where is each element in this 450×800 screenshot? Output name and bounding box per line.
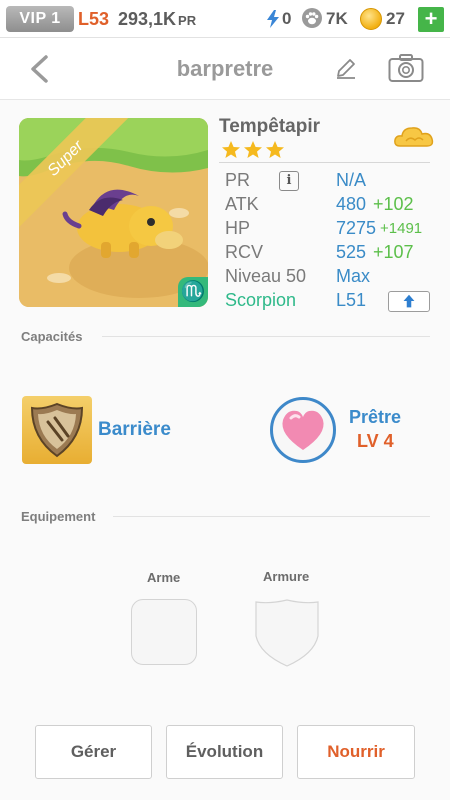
stat-row-zodiac: Scorpion L51 (225, 290, 435, 314)
energy-bolt-icon (267, 10, 279, 28)
pet-name: Tempêtapir (219, 116, 321, 137)
stat-label: ATK (225, 194, 259, 214)
equipment-heading: Equipement (21, 509, 96, 524)
stat-label: PR (225, 170, 251, 190)
barrier-skill-icon[interactable] (22, 396, 92, 464)
stat-value: Max (336, 266, 371, 286)
player-level: L53 (78, 9, 110, 29)
class-level: LV 4 (357, 431, 394, 451)
stat-row-atk: ATK 480 +102 (225, 194, 435, 218)
zodiac-scorpio-icon: ♏ (178, 277, 208, 307)
energy-value: 0 (282, 9, 292, 28)
stat-row-hp: HP 7275 +1491 (225, 218, 435, 242)
zodiac-upgrade-button[interactable] (388, 291, 430, 312)
abilities-heading: Capacités (21, 329, 83, 344)
page-header: barpretre (0, 38, 450, 100)
stat-label: Niveau 50 (225, 266, 307, 286)
pet-portrait[interactable]: Super ♏ (19, 118, 208, 307)
star-rating (221, 140, 285, 160)
power-unit: PR (178, 13, 197, 28)
stat-row-level: Niveau 50 Max (225, 266, 435, 290)
heart-icon (282, 410, 324, 450)
stat-value: 525 (336, 242, 367, 262)
star-icon (266, 141, 284, 158)
page-title: barpretre (176, 56, 274, 81)
stat-label: RCV (225, 242, 264, 262)
stat-value: N/A (336, 170, 367, 190)
add-coins-button[interactable]: + (418, 7, 444, 32)
pet-artwork (19, 118, 208, 307)
vip-badge[interactable]: VIP 1 (6, 6, 74, 32)
priest-class-icon[interactable] (270, 397, 336, 463)
star-icon (222, 141, 240, 158)
stat-row-pr: PR i N/A (225, 170, 435, 194)
paw-icon (302, 8, 322, 28)
feed-button[interactable]: Nourrir (297, 725, 415, 779)
weapon-slot[interactable] (131, 599, 197, 665)
zodiac-level: L51 (336, 290, 367, 310)
stat-label: HP (225, 218, 251, 238)
name-divider (219, 162, 430, 163)
stat-bonus: +107 (373, 242, 414, 262)
stat-value: 480 (336, 194, 367, 214)
stat-bonus: +1491 (380, 220, 423, 237)
stat-row-rcv: RCV 525 +107 (225, 242, 435, 266)
pencil-icon[interactable] (334, 56, 358, 80)
armor-label: Armure (263, 569, 310, 584)
evolution-button[interactable]: Évolution (166, 725, 283, 779)
power-value: 293,1K (118, 9, 177, 29)
coin-value: 27 (386, 9, 405, 28)
star-icon (244, 141, 262, 158)
equipment-divider (113, 516, 430, 517)
manage-button[interactable]: Gérer (35, 725, 152, 779)
power-readout: 293,1K PR (118, 9, 196, 30)
coin-icon (360, 8, 382, 30)
abilities-divider (102, 336, 430, 337)
camera-icon[interactable] (388, 53, 424, 83)
pet-detail-screen: VIP 1 L53 293,1KPR 0 7K 27 + barpretre (0, 0, 450, 800)
skill-name[interactable]: Barrière (98, 419, 171, 441)
info-icon[interactable]: i (279, 171, 299, 191)
stat-grid: PR i N/A ATK 480 +102 HP 7275 +1491 RCV … (225, 170, 435, 314)
stat-value: 7275 (336, 218, 377, 238)
armor-slot-icon[interactable] (254, 598, 320, 668)
class-name: Prêtre (349, 407, 402, 427)
status-bar: VIP 1 L53 293,1K PR 0 7K 27 + (0, 0, 450, 38)
cloud-icon (394, 127, 434, 147)
shield-icon (30, 402, 84, 458)
zodiac-label: Scorpion (225, 290, 297, 310)
paw-value: 7K (326, 9, 348, 28)
arrow-up-icon (403, 294, 415, 308)
stat-bonus: +102 (373, 194, 414, 214)
weapon-label: Arme (147, 570, 181, 585)
